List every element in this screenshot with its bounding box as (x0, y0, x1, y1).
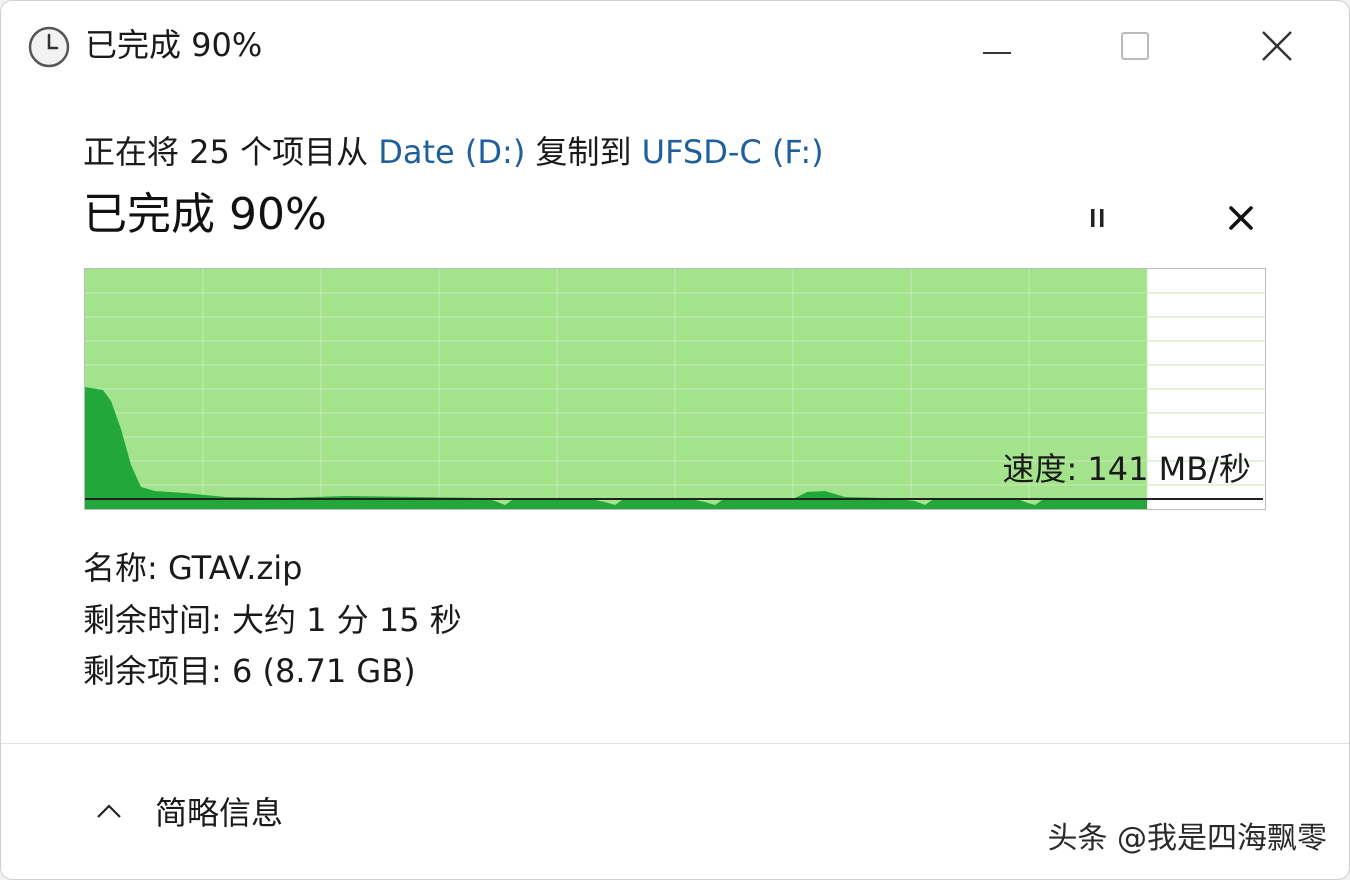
transfer-speed-graph: 速度: 141 MB/秒 (84, 268, 1266, 510)
close-window-button[interactable] (1247, 21, 1307, 71)
destination-drive-link[interactable]: UFSD-C (F:) (642, 133, 824, 171)
time-remaining-value: 大约 1 分 15 秒 (231, 601, 462, 639)
minimize-icon (983, 52, 1011, 54)
progress-title: 已完成 90% (83, 189, 327, 240)
minimize-button[interactable] (967, 21, 1027, 71)
file-name-row: 名称: GTAV.zip (83, 545, 302, 591)
footer-divider (1, 743, 1349, 744)
time-remaining-label: 剩余时间: (83, 601, 232, 639)
items-remaining-value: 6 (8.71 GB) (231, 652, 416, 690)
window-title: 已完成 90% (85, 26, 263, 64)
source-drive-link[interactable]: Date (D:) (378, 133, 525, 171)
maximize-icon (1121, 32, 1149, 60)
speed-label: 速度: 141 MB/秒 (1002, 450, 1251, 488)
close-icon (1262, 31, 1292, 61)
title-bar[interactable]: 已完成 90% (1, 1, 1349, 91)
file-name-label: 名称: (83, 549, 168, 587)
pause-button[interactable] (1074, 195, 1120, 241)
items-remaining-label: 剩余项目: (83, 652, 232, 690)
items-remaining-row: 剩余项目: 6 (8.71 GB) (83, 648, 416, 694)
fewer-details-label: 简略信息 (155, 794, 284, 832)
file-name-value: GTAV.zip (167, 549, 303, 587)
watermark: 头条 @我是四海飘零 (1047, 821, 1327, 856)
copy-dialog: 已完成 90% 正在将 25 个项目从 Date (D:) 复制到 UFSD-C… (0, 0, 1350, 880)
maximize-button[interactable] (1105, 21, 1165, 71)
cancel-copy-button[interactable] (1218, 195, 1264, 241)
copy-middle: 复制到 (525, 133, 642, 171)
time-remaining-row: 剩余时间: 大约 1 分 15 秒 (83, 597, 462, 643)
fewer-details-button[interactable]: 简略信息 (89, 783, 283, 839)
copy-prefix: 正在将 25 个项目从 (83, 133, 379, 171)
copy-description: 正在将 25 个项目从 Date (D:) 复制到 UFSD-C (F:) (83, 129, 824, 175)
clock-icon (28, 26, 70, 68)
pause-icon (1091, 209, 1104, 227)
close-icon (1229, 206, 1253, 230)
chevron-up-icon (89, 791, 129, 831)
